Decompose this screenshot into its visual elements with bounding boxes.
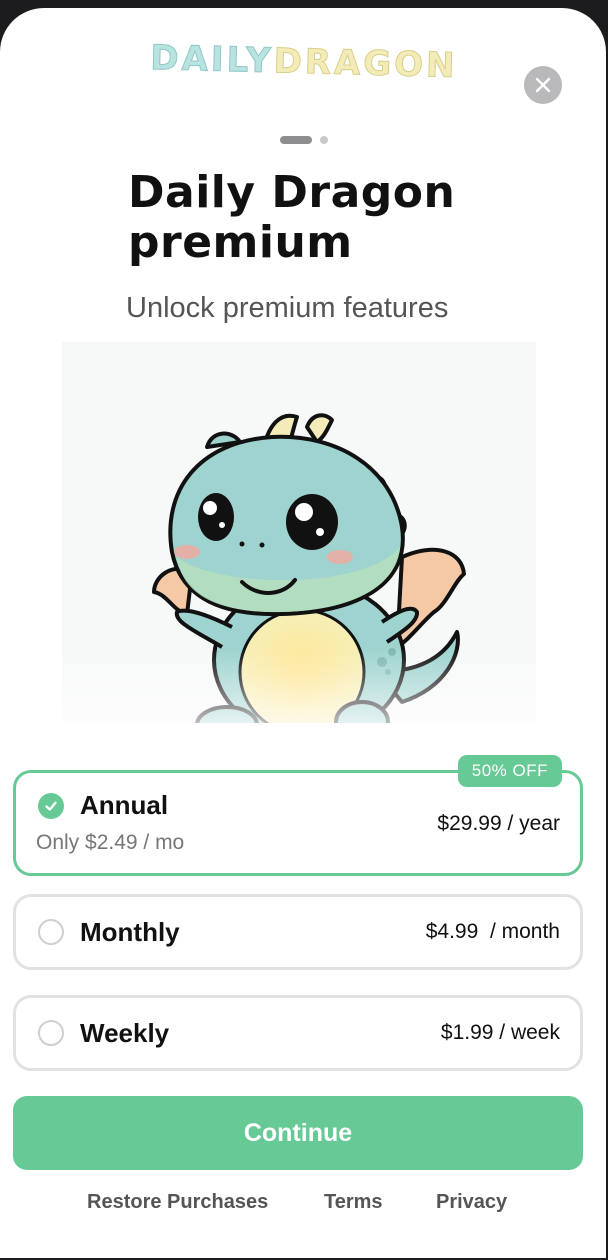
- page-title: Daily Dragon premium: [128, 168, 508, 268]
- plan-monthly-equivalent: Only $2.49 / mo: [36, 831, 185, 854]
- plan-name: Monthly: [80, 917, 180, 947]
- close-button[interactable]: [524, 66, 562, 104]
- page-dot[interactable]: [320, 136, 328, 144]
- plan-option-weekly[interactable]: Weekly $1.99 / week: [13, 995, 583, 1071]
- plan-option-monthly[interactable]: Monthly $4.99 / month: [13, 894, 583, 970]
- plan-name: Annual: [80, 790, 169, 820]
- terms-link[interactable]: Terms: [324, 1191, 383, 1214]
- title-line-1: Daily Dragon: [128, 167, 456, 218]
- privacy-link[interactable]: Privacy: [436, 1191, 507, 1214]
- plan-price: $29.99 / year: [437, 812, 560, 835]
- logo-text-dragon: DRAGON: [273, 41, 459, 87]
- logo-text-daily: DAILY: [149, 37, 275, 82]
- page-indicator: [0, 136, 606, 144]
- discount-badge: 50% OFF: [457, 755, 562, 787]
- radio-checked-icon[interactable]: [38, 793, 64, 819]
- checkmark-icon: [45, 801, 57, 811]
- plan-option-annual[interactable]: 50% OFF Annual Only $2.49 / mo $29.99 / …: [13, 755, 583, 876]
- continue-button[interactable]: Continue: [13, 1096, 583, 1170]
- plan-price: $4.99 / month: [425, 920, 560, 943]
- plan-name: Weekly: [80, 1018, 170, 1048]
- radio-unchecked-icon[interactable]: [38, 1020, 64, 1046]
- page-dot-active[interactable]: [280, 136, 312, 144]
- page-subtitle: Unlock premium features: [126, 292, 449, 324]
- app-logo: DAILYDRAGON: [0, 34, 606, 90]
- plans-panel: 50% OFF Annual Only $2.49 / mo $29.99 / …: [0, 723, 606, 1258]
- title-line-2: premium: [128, 217, 353, 268]
- restore-purchases-link[interactable]: Restore Purchases: [87, 1191, 268, 1214]
- plan-price: $1.99 / week: [440, 1021, 560, 1044]
- radio-unchecked-icon[interactable]: [38, 919, 64, 945]
- paywall-sheet: DAILYDRAGON Daily Dragon premium Unlock …: [0, 8, 606, 1258]
- close-icon: [535, 77, 551, 93]
